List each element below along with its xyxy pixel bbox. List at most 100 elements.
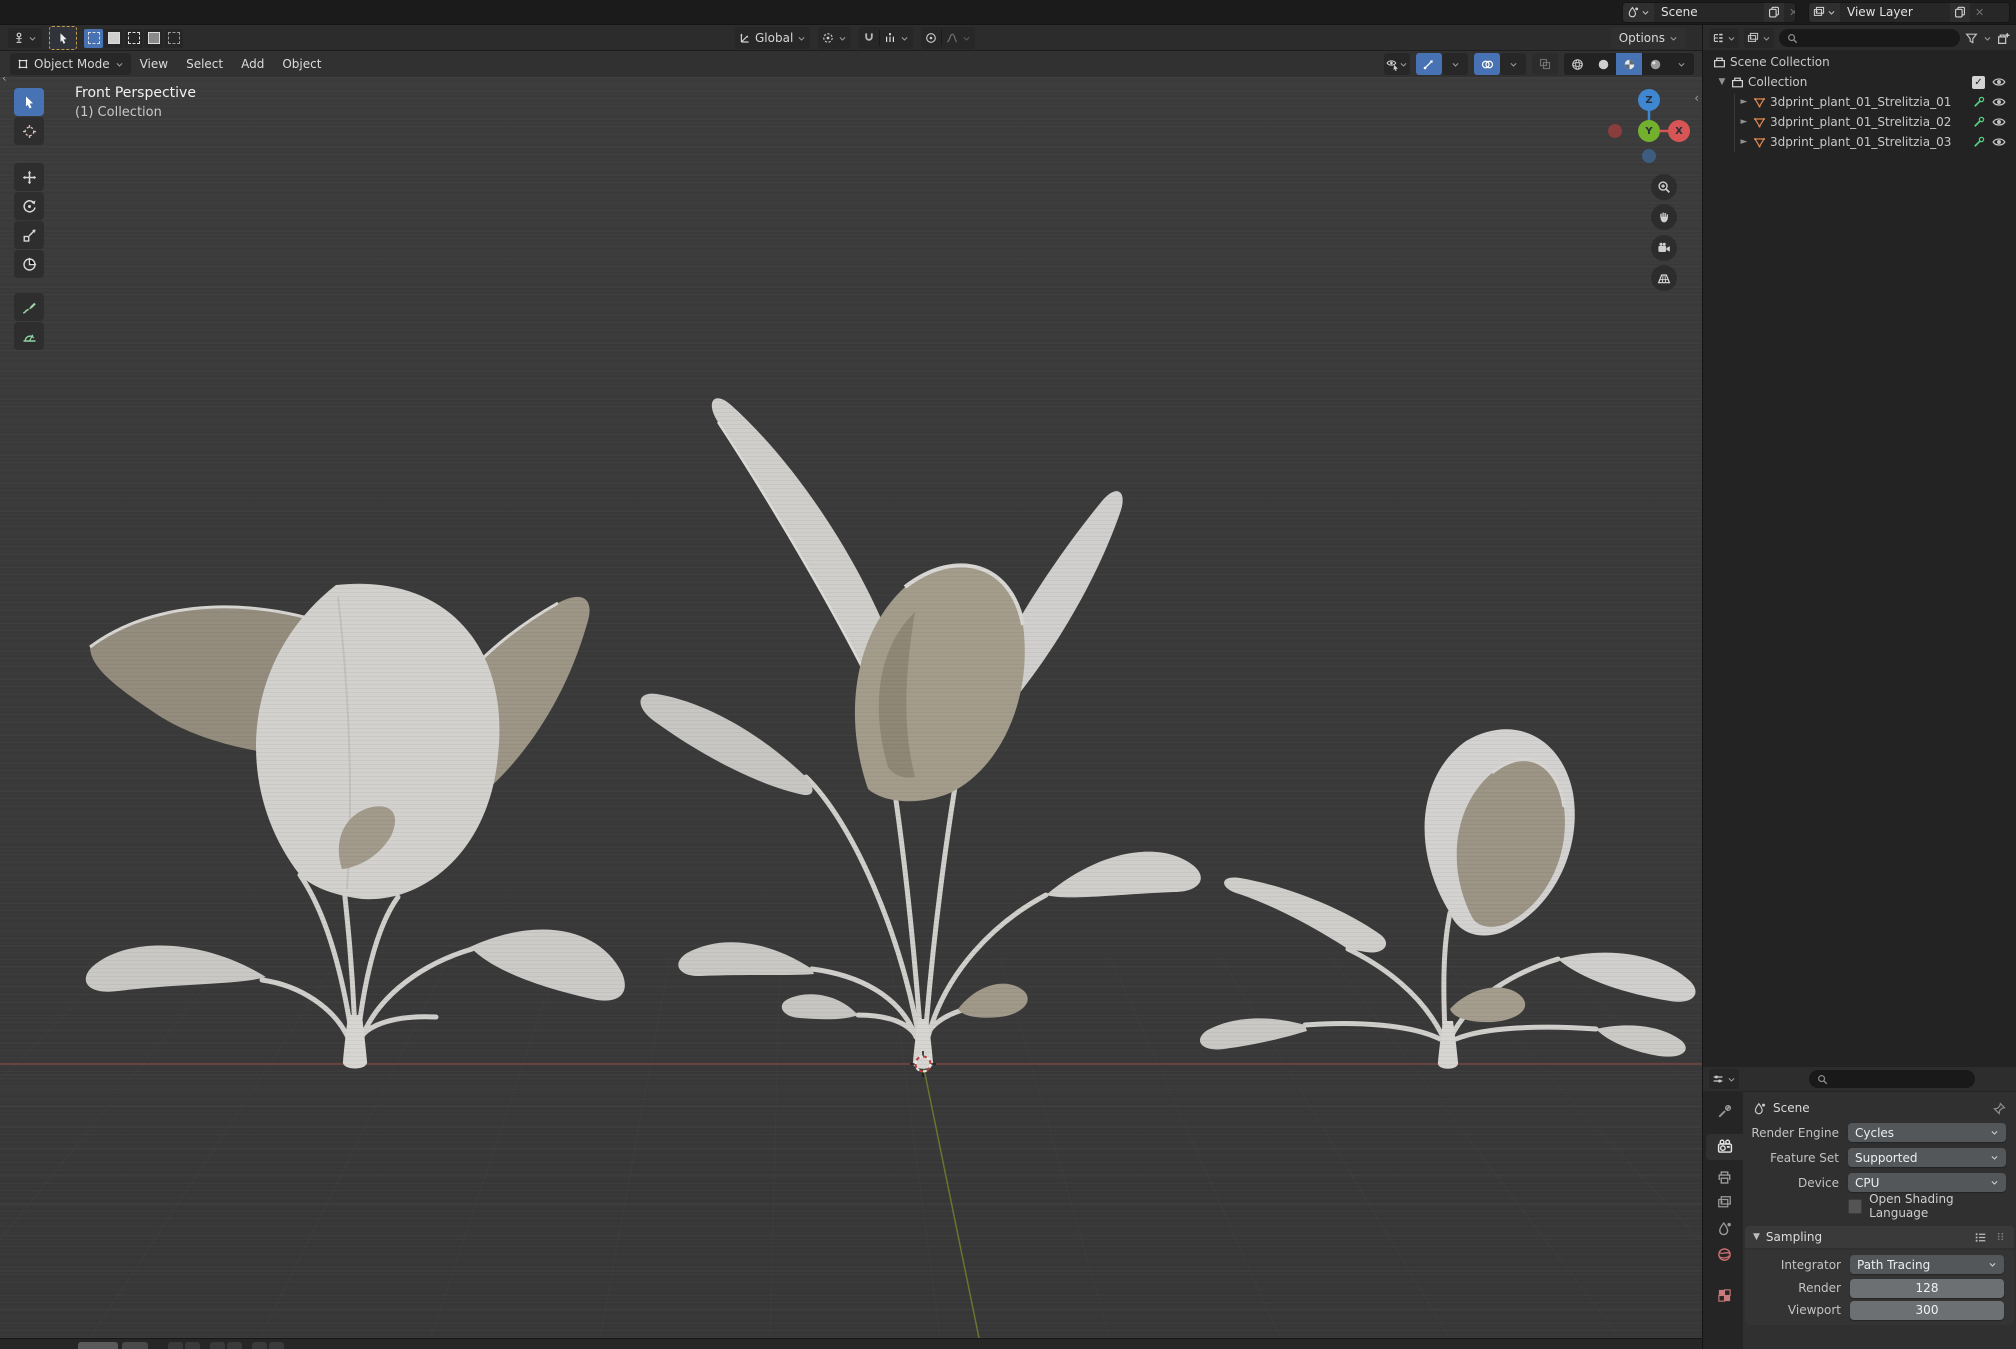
scene-name[interactable]: Scene bbox=[1654, 5, 1764, 19]
view-layer-remove-button[interactable]: ✕ bbox=[1970, 6, 1989, 19]
gizmo-axis-z-negative[interactable] bbox=[1642, 149, 1656, 163]
object-name[interactable]: 3dprint_plant_01_Strelitzia_03 bbox=[1770, 135, 1951, 149]
collection-label[interactable]: Collection bbox=[1748, 75, 1807, 89]
select-mode-set[interactable] bbox=[84, 28, 103, 48]
outliner-filter-id-button[interactable] bbox=[1744, 28, 1774, 48]
gizmo-axis-x[interactable]: X bbox=[1668, 120, 1690, 142]
expand-arrow-icon[interactable]: ▼ bbox=[1717, 77, 1727, 87]
outliner-row-scene-collection[interactable]: Scene Collection bbox=[1713, 52, 1830, 72]
previous-keyframe-button[interactable] bbox=[185, 1342, 200, 1349]
outliner-search-input[interactable] bbox=[1779, 29, 1960, 47]
pin-icon[interactable] bbox=[1993, 1102, 2006, 1115]
jump-to-end-button[interactable] bbox=[269, 1342, 284, 1349]
object-name[interactable]: 3dprint_plant_01_Strelitzia_02 bbox=[1770, 115, 1951, 129]
tool-measure[interactable] bbox=[14, 322, 44, 350]
scene-selector[interactable]: Scene ✕ bbox=[1622, 1, 1796, 23]
tab-scene[interactable] bbox=[1706, 1215, 1743, 1241]
timeline-strip[interactable] bbox=[0, 1338, 1702, 1349]
properties-editor-type-button[interactable] bbox=[1709, 1069, 1739, 1089]
scene-collection-label[interactable]: Scene Collection bbox=[1730, 55, 1830, 69]
region-collapse-arrow-left[interactable]: ‹ bbox=[2, 77, 7, 85]
tool-cursor[interactable] bbox=[14, 117, 44, 145]
menu-object[interactable]: Object bbox=[273, 57, 330, 71]
tab-world[interactable] bbox=[1706, 1241, 1743, 1267]
gizmo-axis-z[interactable]: Z bbox=[1638, 89, 1660, 111]
sidebar-toggle-arrow[interactable]: ‹ bbox=[1694, 91, 1699, 105]
outliner[interactable]: Scene Collection ▼ Collection ✓ ► 3dprin… bbox=[1703, 50, 2016, 1067]
expand-arrow-icon[interactable]: ► bbox=[1739, 97, 1749, 107]
next-keyframe-button[interactable] bbox=[252, 1342, 267, 1349]
plant-strelitzia-01[interactable] bbox=[85, 583, 625, 1069]
outliner-row-object[interactable]: ► 3dprint_plant_01_Strelitzia_01 bbox=[1739, 92, 1952, 112]
outliner-display-mode-button[interactable] bbox=[1709, 28, 1739, 48]
show-gizmo-toggle[interactable] bbox=[1416, 53, 1442, 75]
eye-icon[interactable] bbox=[1992, 135, 2006, 149]
pan-button[interactable] bbox=[1651, 204, 1677, 230]
tab-tool[interactable] bbox=[1706, 1098, 1743, 1124]
view-layer-browse-button[interactable] bbox=[1809, 2, 1840, 22]
object-visibility-dropdown[interactable] bbox=[1384, 53, 1410, 75]
select-mode-intersect[interactable] bbox=[164, 28, 183, 48]
chevron-down-icon[interactable] bbox=[962, 34, 971, 43]
plant-strelitzia-02[interactable] bbox=[640, 398, 1201, 1069]
modifier-wrench-icon[interactable] bbox=[1973, 96, 1985, 108]
select-mode-extend[interactable] bbox=[104, 28, 123, 48]
sampling-panel-header[interactable]: ▼ Sampling bbox=[1745, 1226, 2014, 1248]
proportional-editing-icon[interactable] bbox=[925, 32, 937, 44]
options-dropdown[interactable]: Options bbox=[1610, 27, 1686, 49]
view-layer-name[interactable]: View Layer bbox=[1840, 5, 1950, 19]
timeline-frame-field-2[interactable] bbox=[122, 1342, 148, 1349]
outliner-row-object[interactable]: ► 3dprint_plant_01_Strelitzia_03 bbox=[1739, 132, 1952, 152]
filter-funnel-icon[interactable] bbox=[1965, 32, 1978, 45]
view-layer-selector[interactable]: View Layer ✕ bbox=[1808, 1, 2010, 23]
snap-increment-icon[interactable] bbox=[884, 32, 896, 44]
camera-view-button[interactable] bbox=[1651, 235, 1677, 261]
new-collection-icon[interactable] bbox=[1997, 32, 2010, 45]
shading-solid-button[interactable] bbox=[1590, 53, 1616, 75]
integrator-dropdown[interactable]: Path Tracing bbox=[1850, 1255, 2004, 1274]
scene-browse-button[interactable] bbox=[1623, 2, 1654, 22]
tool-select-box[interactable] bbox=[14, 88, 44, 116]
render-engine-dropdown[interactable]: Cycles bbox=[1848, 1123, 2006, 1142]
collection-checkbox[interactable]: ✓ bbox=[1972, 75, 1985, 89]
modifier-wrench-icon[interactable] bbox=[1973, 136, 1985, 148]
chevron-down-icon[interactable] bbox=[1983, 34, 1992, 43]
render-samples-field[interactable]: 128 bbox=[1850, 1278, 2004, 1298]
presets-list-icon[interactable] bbox=[1974, 1231, 1987, 1244]
zoom-button[interactable] bbox=[1651, 174, 1677, 200]
shading-dropdown[interactable] bbox=[1668, 53, 1694, 75]
play-button[interactable] bbox=[227, 1342, 242, 1349]
chevron-down-icon[interactable] bbox=[900, 34, 909, 43]
perspective-toggle-button[interactable] bbox=[1651, 265, 1677, 291]
expand-arrow-icon[interactable]: ► bbox=[1739, 117, 1749, 127]
tool-move[interactable] bbox=[14, 163, 44, 191]
tool-annotate[interactable] bbox=[14, 293, 44, 321]
eye-icon[interactable] bbox=[1992, 95, 2006, 109]
3d-viewport[interactable]: Front Perspective (1) Collection Z Y X ‹… bbox=[0, 77, 1702, 1338]
overlays-dropdown[interactable] bbox=[1500, 53, 1526, 75]
properties-search-input[interactable] bbox=[1809, 1070, 1975, 1088]
shading-material-button[interactable] bbox=[1616, 53, 1642, 75]
pivot-point-dropdown[interactable] bbox=[818, 27, 852, 49]
active-tool-indicator[interactable] bbox=[49, 26, 77, 50]
view-layer-new-button[interactable] bbox=[1950, 2, 1970, 22]
expand-arrow-icon[interactable]: ► bbox=[1739, 137, 1749, 147]
shading-wireframe-button[interactable] bbox=[1564, 53, 1590, 75]
tool-transform[interactable] bbox=[14, 250, 44, 278]
eye-icon[interactable] bbox=[1992, 115, 2006, 129]
eye-icon[interactable] bbox=[1992, 75, 2006, 89]
osl-checkbox[interactable] bbox=[1848, 1198, 1863, 1214]
select-mode-invert[interactable] bbox=[144, 28, 163, 48]
xray-toggle[interactable] bbox=[1532, 53, 1558, 75]
menu-add[interactable]: Add bbox=[232, 57, 273, 71]
falloff-curve-icon[interactable] bbox=[946, 32, 958, 44]
gizmo-axis-x-negative[interactable] bbox=[1608, 124, 1622, 138]
object-name[interactable]: 3dprint_plant_01_Strelitzia_01 bbox=[1770, 95, 1951, 109]
editor-type-button[interactable] bbox=[8, 28, 42, 48]
menu-select[interactable]: Select bbox=[177, 57, 232, 71]
shading-rendered-button[interactable] bbox=[1642, 53, 1668, 75]
tab-view-layer[interactable] bbox=[1706, 1189, 1743, 1215]
scene-unlink-button[interactable]: ✕ bbox=[1784, 6, 1795, 19]
tab-texture[interactable] bbox=[1706, 1282, 1743, 1308]
menu-view[interactable]: View bbox=[131, 57, 177, 71]
